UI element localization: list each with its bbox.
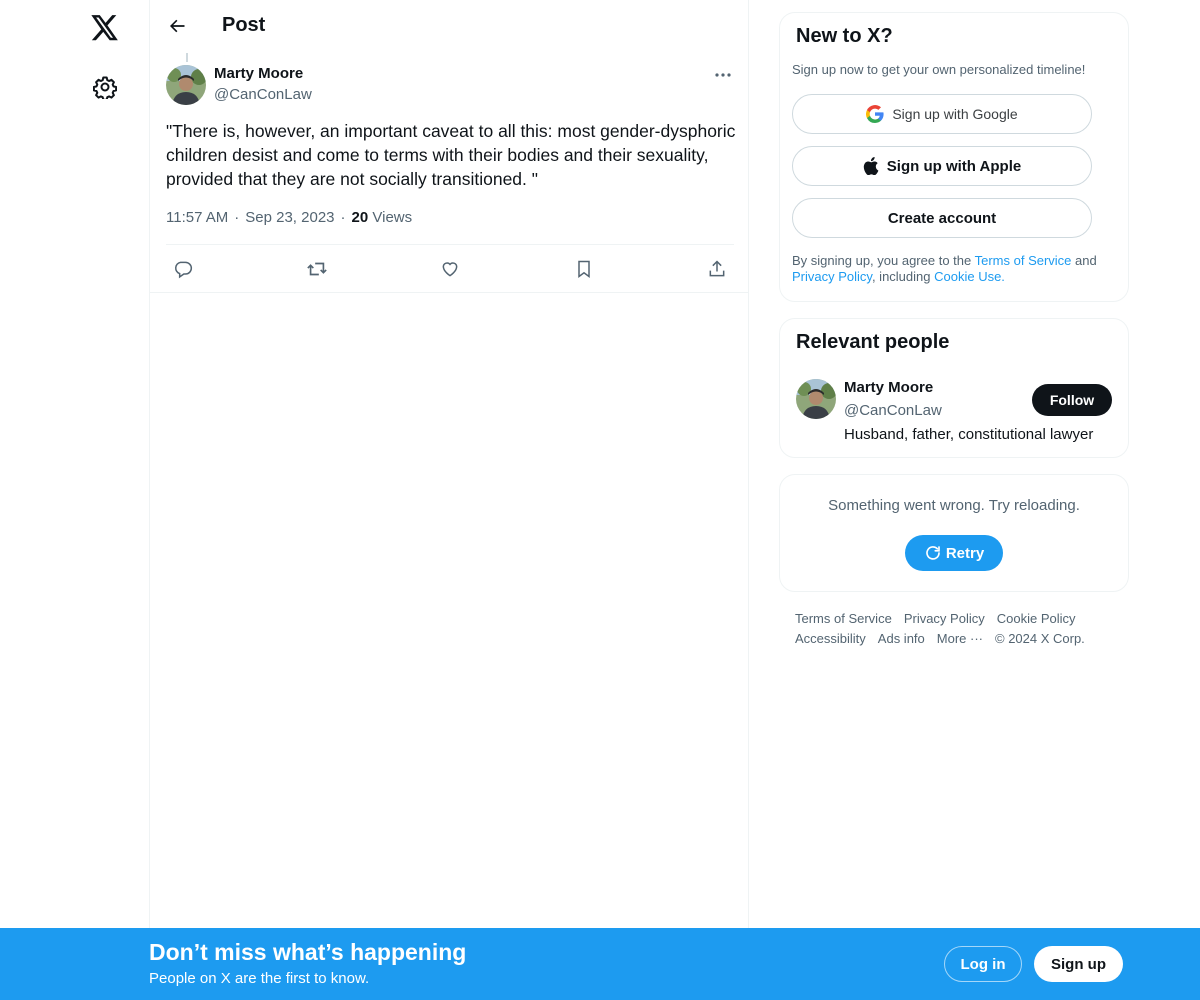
banner-subtitle: People on X are the first to know. (149, 970, 370, 987)
apple-signup-label: Sign up with Apple (886, 157, 1022, 175)
signup-card-subtitle: Sign up now to get your own personalized… (792, 62, 1086, 77)
person-handle[interactable]: @CanConLaw (844, 402, 942, 419)
signup-banner: Don’t miss what’s happening People on X … (0, 928, 1200, 1000)
footer-link-privacy[interactable]: Privacy Policy (904, 609, 985, 629)
x-logo-icon[interactable] (80, 3, 130, 53)
terms-link[interactable]: Terms of Service (975, 253, 1072, 268)
signup-card-title: New to X? (796, 25, 893, 47)
footer-copyright: © 2024 X Corp. (995, 631, 1085, 646)
retry-label: Retry (945, 544, 985, 562)
privacy-link[interactable]: Privacy Policy (792, 269, 872, 284)
views-count: 20 (351, 209, 369, 226)
separator-dot: · (340, 209, 346, 226)
back-arrow-icon[interactable] (160, 9, 194, 43)
page-title: Post (222, 14, 266, 36)
thread-line (186, 53, 188, 62)
views-label: Views (372, 209, 413, 226)
separator-dot: · (234, 209, 240, 226)
author-handle[interactable]: @CanConLaw (214, 86, 312, 103)
error-message: Something went wrong. Try reloading. (828, 497, 1080, 514)
page-header: Post (150, 0, 749, 53)
refresh-icon (926, 546, 940, 560)
login-button[interactable]: Log in (944, 946, 1022, 982)
left-nav (0, 0, 149, 1000)
post-text: "There is, however, an important caveat … (166, 121, 736, 189)
main-column: Post Marty Moore @CanConLaw "There is, h… (149, 0, 749, 1000)
google-signup-button[interactable]: Sign up with Google (792, 94, 1092, 134)
footer-link-more[interactable]: More ··· (937, 629, 983, 649)
share-icon[interactable] (700, 252, 734, 286)
post-time[interactable]: 11:57 AM (166, 209, 228, 226)
reply-icon[interactable] (166, 252, 200, 286)
google-signup-label: Sign up with Google (892, 106, 1018, 122)
follow-button[interactable]: Follow (1032, 384, 1112, 416)
terms-prefix: By signing up, you agree to the (792, 253, 975, 268)
terms-and: and (1071, 253, 1097, 268)
create-account-button[interactable]: Create account (792, 198, 1092, 238)
repost-icon[interactable] (300, 252, 334, 286)
error-card: Something went wrong. Try reloading. Ret… (779, 474, 1129, 592)
terms-including: , including (871, 269, 935, 284)
post-meta: 11:57 AM · Sep 23, 2023 · 20 Views (166, 209, 412, 226)
retry-button[interactable]: Retry (905, 535, 1003, 571)
like-icon[interactable] (433, 252, 467, 286)
terms-text: By signing up, you agree to the Terms of… (792, 253, 1112, 285)
more-options-icon[interactable] (706, 62, 740, 88)
avatar[interactable] (166, 65, 206, 105)
avatar[interactable] (796, 379, 836, 419)
relevant-people-title: Relevant people (796, 331, 950, 353)
banner-title: Don’t miss what’s happening (149, 939, 467, 965)
apple-signup-button[interactable]: Sign up with Apple (792, 146, 1092, 186)
person-name[interactable]: Marty Moore (844, 379, 933, 396)
google-icon (866, 105, 884, 123)
person-bio: Husband, father, constitutional lawyer (844, 426, 1094, 443)
bookmark-icon[interactable] (567, 252, 601, 286)
footer-link-cookie[interactable]: Cookie Policy (997, 609, 1076, 629)
relevant-people-card: Relevant people Marty Moore @CanConLaw H… (779, 318, 1129, 458)
signup-button[interactable]: Sign up (1034, 946, 1123, 982)
footer-links: Terms of Service Privacy Policy Cookie Pol… (795, 609, 1115, 649)
gear-icon[interactable] (80, 62, 130, 112)
footer-link-terms[interactable]: Terms of Service (795, 609, 892, 629)
footer-link-accessibility[interactable]: Accessibility (795, 629, 866, 649)
author-name[interactable]: Marty Moore (214, 65, 303, 82)
apple-icon (863, 157, 879, 175)
footer-link-ads-info[interactable]: Ads info (878, 629, 925, 649)
signup-card: New to X? Sign up now to get your own pe… (779, 12, 1129, 302)
views: 20 Views (352, 209, 413, 226)
cookie-link[interactable]: Cookie Use. (934, 269, 1005, 284)
post-actions (166, 244, 734, 292)
post-date[interactable]: Sep 23, 2023 (245, 209, 334, 226)
divider (150, 292, 749, 293)
